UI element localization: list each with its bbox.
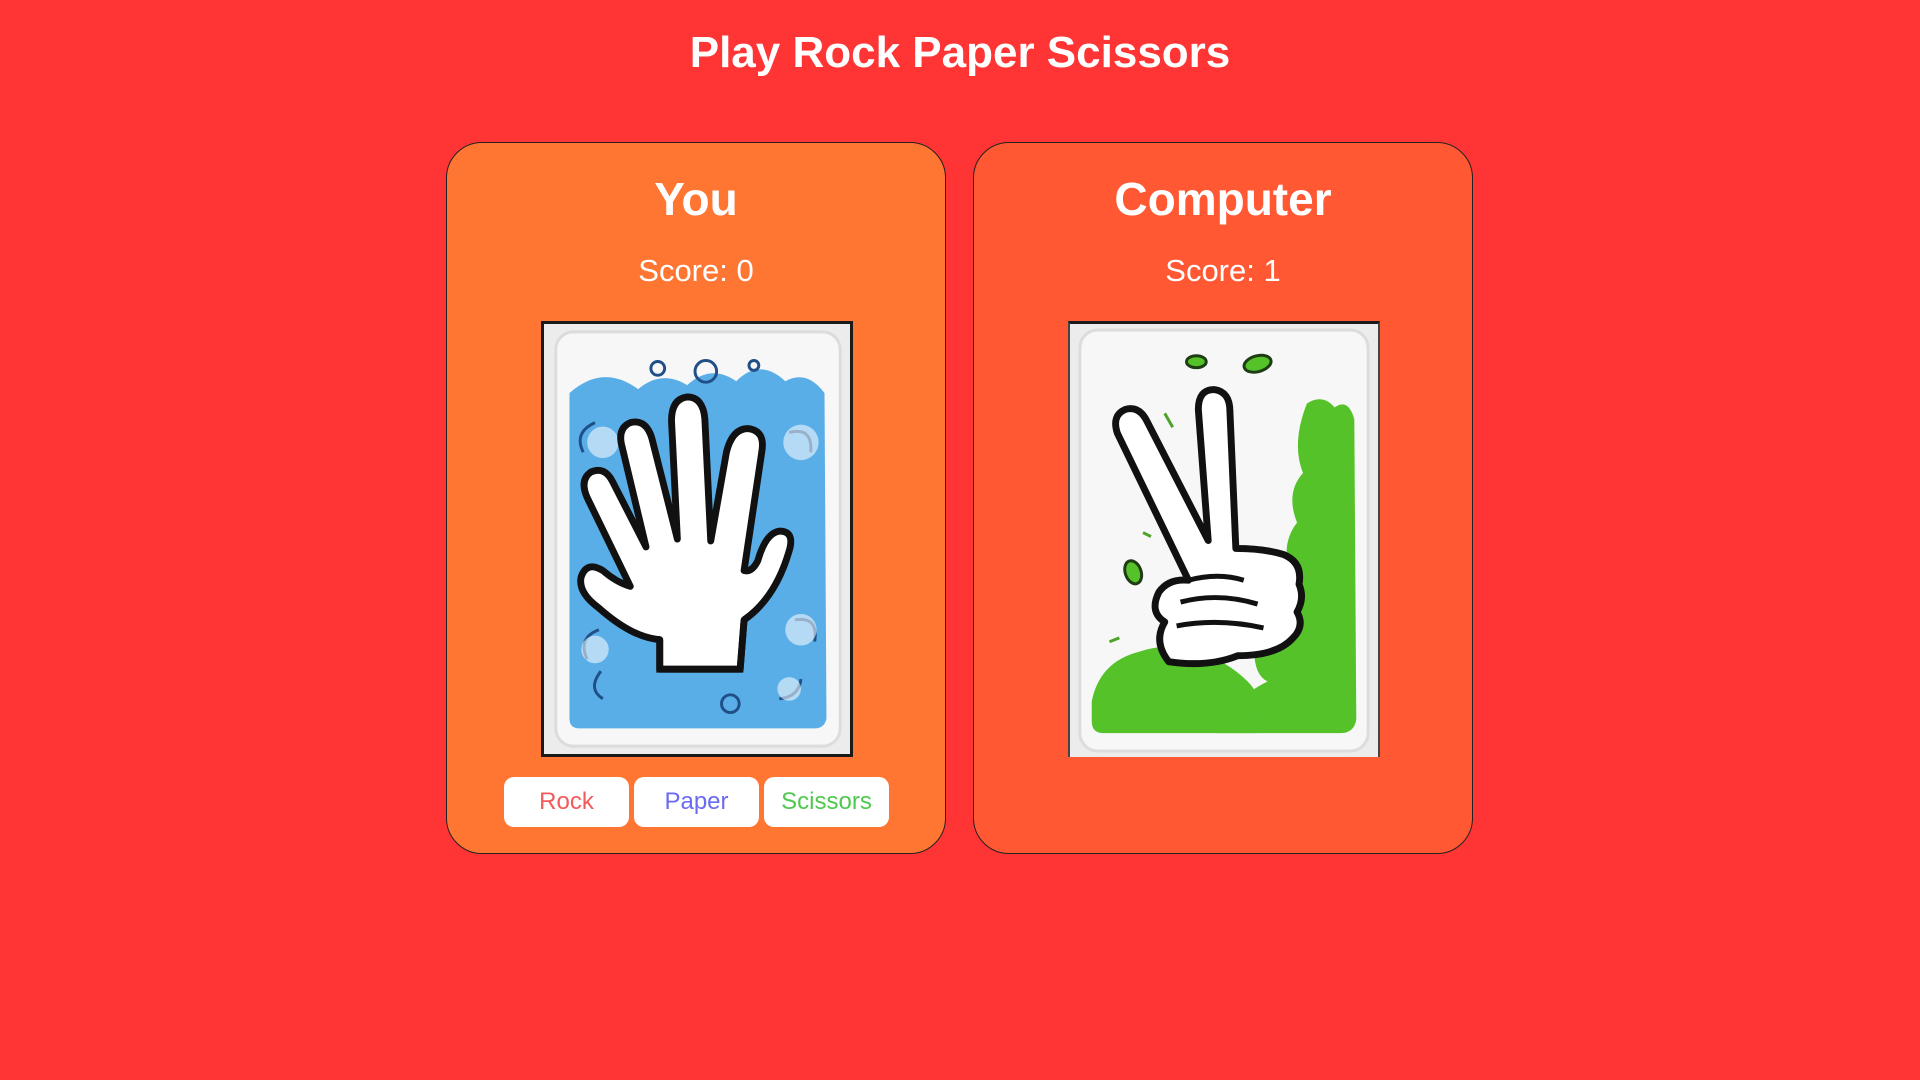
- player-card-image: [541, 321, 853, 757]
- rock-button[interactable]: Rock: [504, 777, 629, 827]
- computer-score: Score: 1: [1165, 253, 1281, 288]
- paper-hand-icon: [544, 324, 850, 754]
- choice-buttons: Rock Paper Scissors: [504, 777, 890, 827]
- scissors-button[interactable]: Scissors: [764, 777, 889, 827]
- player-panel: You Score: 0 Rock Paper Scissors: [446, 142, 946, 854]
- computer-panel: Computer Score: 1: [973, 142, 1473, 854]
- page-title: Play Rock Paper Scissors: [689, 28, 1231, 77]
- player-name: You: [654, 173, 738, 225]
- scissors-hand-icon: [1070, 324, 1378, 757]
- computer-name: Computer: [1114, 173, 1332, 225]
- player-score: Score: 0: [638, 253, 754, 288]
- computer-card-image: [1068, 321, 1380, 757]
- paper-button[interactable]: Paper: [634, 777, 759, 827]
